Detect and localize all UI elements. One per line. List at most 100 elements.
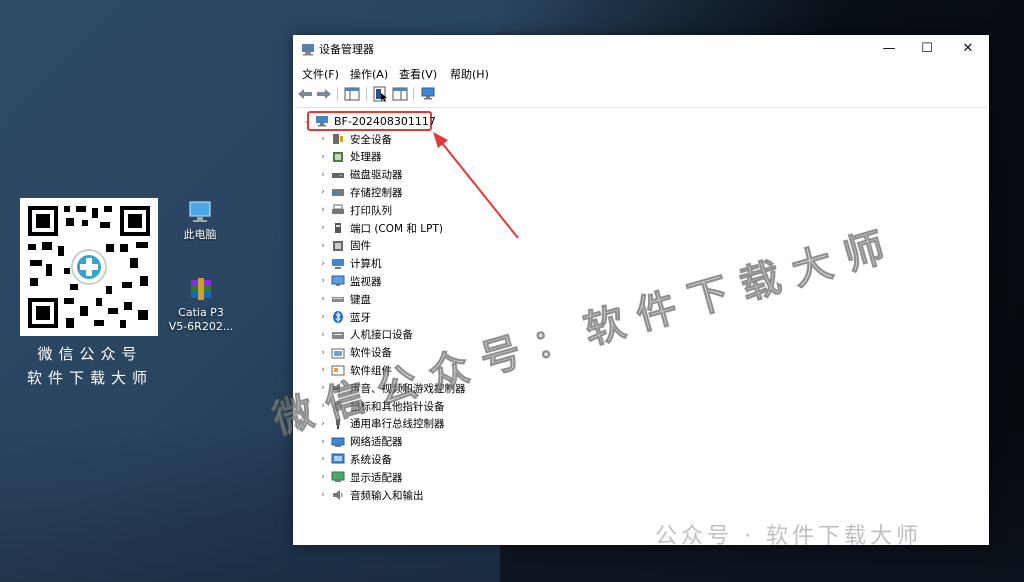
chevron-right-icon[interactable]: › <box>317 294 329 304</box>
disk-drive-icon <box>331 169 345 181</box>
tree-item[interactable]: › 监视器 <box>317 272 382 290</box>
desktop-icon-this-pc[interactable]: 此电脑 <box>175 200 225 242</box>
system-device-icon <box>331 453 345 465</box>
minimize-button[interactable]: — <box>869 35 909 61</box>
chevron-right-icon[interactable]: › <box>317 348 329 358</box>
display-adapter-icon <box>331 471 345 483</box>
help-pane-icon <box>392 87 408 101</box>
chevron-right-icon[interactable]: › <box>317 276 329 286</box>
desktop-icon-catia[interactable]: Catia P3 V5-6R202... <box>168 276 234 334</box>
print-queue-icon <box>331 204 345 216</box>
back-button[interactable] <box>296 85 314 103</box>
toolbar-separator <box>337 87 338 101</box>
tree-item[interactable]: › 人机接口设备 <box>317 326 413 344</box>
chevron-right-icon[interactable]: › <box>317 330 329 340</box>
tree-item-label: 固件 <box>350 240 371 253</box>
hid-icon <box>331 329 345 341</box>
help-pane-button[interactable] <box>391 85 409 103</box>
tree-item-label: 安全设备 <box>350 133 392 146</box>
qr-caption-line1: 微信公众号 <box>37 345 143 363</box>
chevron-right-icon[interactable]: › <box>317 472 329 482</box>
qr-caption-line2: 软件下载大师 <box>26 369 153 387</box>
tree-item-label: 监视器 <box>350 275 382 288</box>
tree-item[interactable]: › 键盘 <box>317 290 371 308</box>
computer-icon <box>315 115 329 127</box>
properties-button[interactable] <box>371 85 389 103</box>
properties-icon <box>373 86 387 102</box>
tree-item[interactable]: › 网络适配器 <box>317 433 403 451</box>
winrar-archive-icon <box>168 276 234 306</box>
annotation-arrow <box>433 132 519 239</box>
toolbar-separator <box>366 87 367 101</box>
tree-item[interactable]: › 固件 <box>317 237 371 255</box>
port-icon <box>331 222 345 234</box>
tree-item[interactable]: › 磁盘驱动器 <box>317 166 403 184</box>
tree-item-label: 显示适配器 <box>350 471 403 484</box>
chevron-right-icon[interactable]: › <box>317 134 329 144</box>
chevron-right-icon[interactable]: › <box>317 187 329 197</box>
tree-item[interactable]: › 存储控制器 <box>317 183 403 201</box>
tree-item-label: 打印队列 <box>350 204 392 217</box>
chevron-right-icon[interactable]: › <box>317 223 329 233</box>
menu-view[interactable]: 查看(V) <box>399 66 437 82</box>
tree-item-label: 键盘 <box>350 293 371 306</box>
computer-icon <box>175 200 225 228</box>
device-manager-app-icon <box>301 41 315 60</box>
forward-button[interactable] <box>315 85 333 103</box>
firmware-icon <box>331 240 345 252</box>
tree-item[interactable]: › 蓝牙 <box>317 308 371 326</box>
chevron-right-icon[interactable]: › <box>317 170 329 180</box>
desktop-icon-label: 此电脑 <box>183 228 217 241</box>
network-adapter-icon <box>331 436 345 448</box>
toolbar-separator <box>413 87 414 101</box>
tree-item[interactable]: › 打印队列 <box>317 201 392 219</box>
chevron-right-icon[interactable]: › <box>317 152 329 162</box>
audio-io-icon <box>331 489 345 501</box>
watermark-bottom: 公众号 · 软件下载大师 <box>655 524 922 549</box>
tree-item-label: 磁盘驱动器 <box>350 169 403 182</box>
tree-item-label: 计算机 <box>350 258 382 271</box>
console-tree-icon <box>344 87 360 101</box>
close-button[interactable]: ✕ <box>948 35 988 61</box>
security-device-icon <box>331 133 345 145</box>
toolbar <box>293 82 989 106</box>
scan-hardware-button[interactable] <box>419 85 437 103</box>
tree-item-label: 网络适配器 <box>350 436 403 449</box>
chevron-right-icon[interactable]: › <box>317 205 329 215</box>
qr-code-image <box>20 198 158 336</box>
tree-item[interactable]: › 安全设备 <box>317 130 392 148</box>
show-hide-console-tree-button[interactable] <box>343 85 361 103</box>
tree-item-label: 蓝牙 <box>350 311 371 324</box>
storage-controller-icon <box>331 186 345 198</box>
menu-help[interactable]: 帮助(H) <box>450 66 489 82</box>
chevron-right-icon[interactable]: › <box>317 490 329 500</box>
monitor-scan-icon <box>421 87 435 100</box>
chevron-right-icon[interactable]: › <box>317 259 329 269</box>
tree-item[interactable]: › 计算机 <box>317 255 382 273</box>
processor-icon <box>331 151 345 163</box>
monitor-icon <box>331 275 345 287</box>
chevron-right-icon[interactable]: › <box>317 437 329 447</box>
bluetooth-icon <box>331 311 345 323</box>
menu-file[interactable]: 文件(F) <box>302 66 339 82</box>
tree-item[interactable]: › 音频输入和输出 <box>317 486 424 504</box>
maximize-button[interactable]: ☐ <box>907 35 947 61</box>
chevron-down-icon[interactable]: ⌄ <box>301 116 313 126</box>
tree-item[interactable]: › 显示适配器 <box>317 468 403 486</box>
tree-item-label: 存储控制器 <box>350 186 403 199</box>
chevron-right-icon[interactable]: › <box>317 312 329 322</box>
chevron-right-icon[interactable]: › <box>317 241 329 251</box>
chevron-right-icon[interactable]: › <box>317 454 329 464</box>
tree-item-label: 音频输入和输出 <box>350 489 424 502</box>
desktop-icon-label-line1: Catia P3 <box>178 306 224 319</box>
desktop-icon-label-line2: V5-6R202... <box>168 320 234 333</box>
forward-arrow-icon <box>317 89 331 99</box>
tree-item[interactable]: › 系统设备 <box>317 450 392 468</box>
back-arrow-icon <box>298 89 312 99</box>
menu-action[interactable]: 操作(A) <box>350 66 388 82</box>
tree-item-label: 处理器 <box>350 151 382 164</box>
tree-item-label: 人机接口设备 <box>350 329 413 342</box>
tree-item[interactable]: › 处理器 <box>317 148 382 166</box>
title-bar[interactable]: 设备管理器 — ☐ ✕ <box>293 35 989 61</box>
computer-icon <box>331 258 345 270</box>
